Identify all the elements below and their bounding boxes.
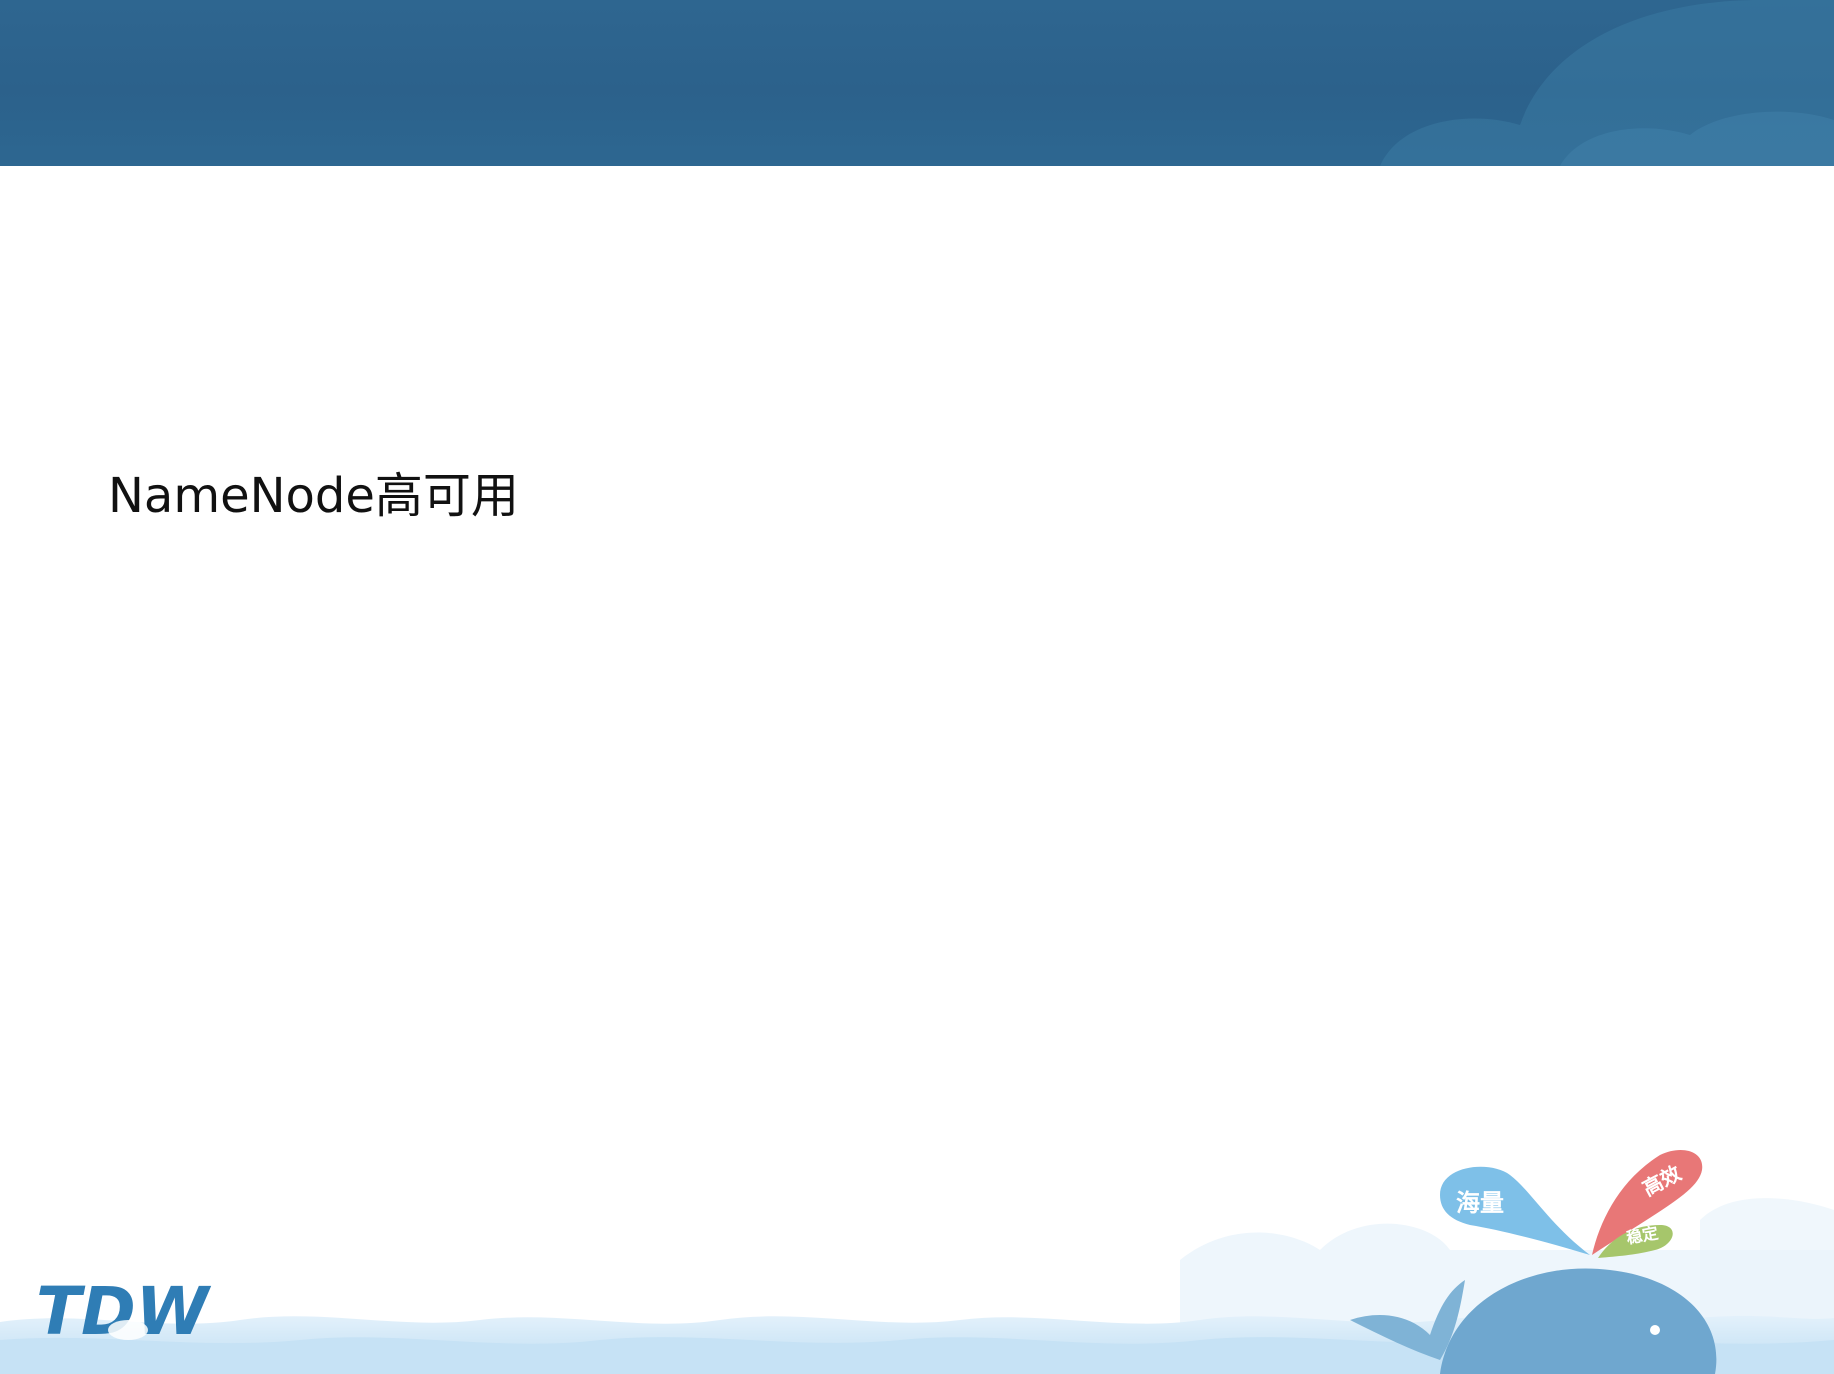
whale-eye (1650, 1325, 1660, 1335)
header-cloud-decoration (1380, 0, 1834, 166)
tdw-logo: TDW (36, 1273, 212, 1350)
slide-title: NameNode高可用 (108, 468, 519, 524)
whale-illustration (1350, 1150, 1717, 1374)
bubble-label-massive: 海量 (1456, 1189, 1504, 1217)
header-band (0, 0, 1834, 166)
whale-body (1440, 1268, 1717, 1374)
logo-whale-mark (108, 1320, 148, 1340)
slide-canvas: NameNode高可用 海量 高效 稳定 TDW (0, 0, 1834, 1374)
